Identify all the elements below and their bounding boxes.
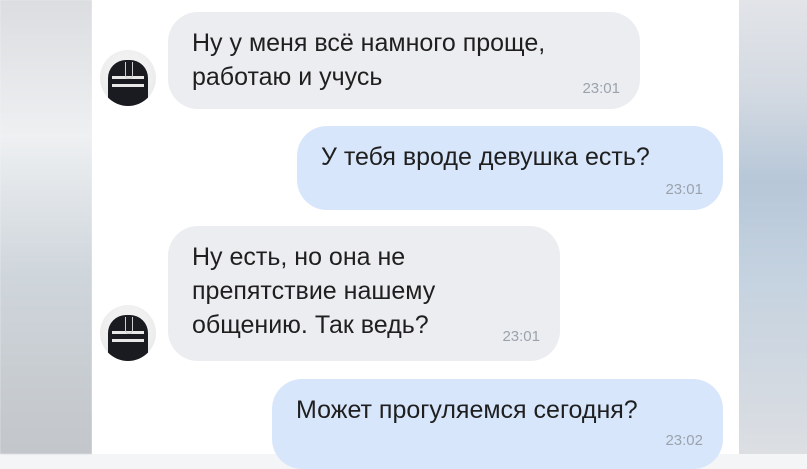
- message-text: Может прогуляемся сегодня?: [296, 396, 638, 424]
- blurred-background-left: [0, 0, 92, 454]
- message-time: 23:01: [502, 328, 540, 345]
- message-bubble-outgoing[interactable]: Может прогуляемся сегодня? 23:02: [272, 379, 723, 469]
- message-time: 23:01: [665, 181, 703, 198]
- message-text: У тебя вроде девушка есть?: [321, 143, 650, 171]
- blurred-background-right: [739, 0, 807, 454]
- message-bubble-incoming[interactable]: Ну есть, но она не препятствие нашему об…: [168, 226, 560, 361]
- message-text: Ну у меня всё намного проще, работаю и у…: [192, 29, 546, 91]
- chat-message-list[interactable]: Ну у меня всё намного проще, работаю и у…: [92, 0, 739, 469]
- contact-avatar[interactable]: [100, 305, 156, 361]
- message-time: 23:01: [582, 80, 620, 97]
- message-bubble-outgoing[interactable]: У тебя вроде девушка есть? 23:01: [297, 126, 723, 210]
- contact-avatar[interactable]: [100, 50, 156, 106]
- message-bubble-incoming[interactable]: Ну у меня всё намного проще, работаю и у…: [168, 12, 640, 109]
- message-text: Ну есть, но она не препятствие нашему об…: [192, 243, 436, 339]
- message-time: 23:02: [665, 432, 703, 449]
